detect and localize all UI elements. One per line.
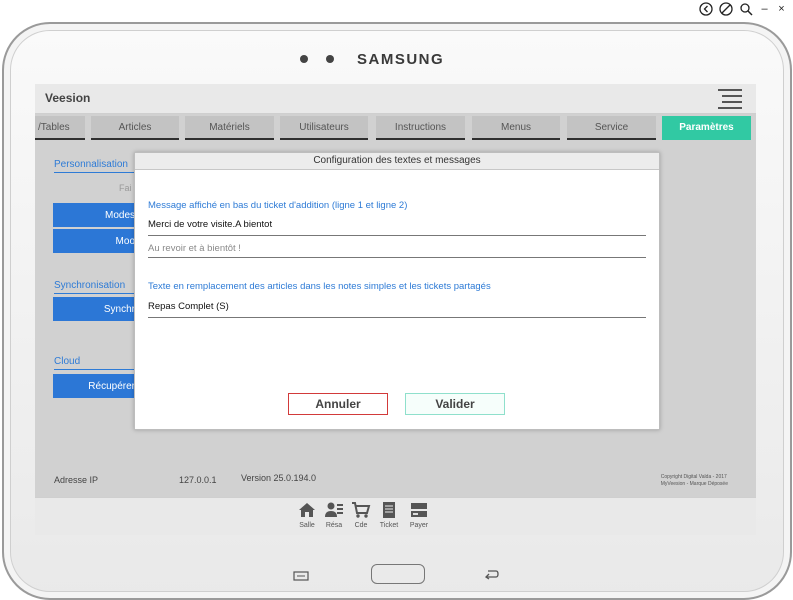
device-brand: SAMSUNG — [357, 51, 445, 68]
tab-instructions[interactable]: Instructions — [376, 116, 465, 140]
nav-payer[interactable]: Payer — [406, 500, 432, 529]
sensor-dot — [326, 55, 334, 63]
app-screen: Veesion /Tables Articles Matériels Utili… — [35, 84, 756, 535]
nav-label: Ticket — [379, 522, 399, 529]
tab-menus[interactable]: Menus — [472, 116, 560, 140]
ticket-icon — [383, 502, 395, 518]
nav-cde[interactable]: Cde — [348, 500, 374, 529]
tab-label: Matériels — [209, 121, 250, 133]
ip-value: 127.0.0.1 — [179, 475, 217, 485]
tab-label: Utilisateurs — [299, 121, 349, 133]
payment-icon — [411, 503, 427, 517]
tab-service[interactable]: Service — [567, 116, 656, 140]
app-title: Veesion — [45, 91, 91, 105]
config-dialog: Configuration des textes et messages Mes… — [134, 152, 660, 430]
tab-label: Articles — [118, 121, 152, 133]
nav-label: Salle — [299, 522, 315, 529]
copyright-text: Copyright Digital Valda - 2017 MyVeesion… — [661, 474, 728, 488]
faded-label: Fai — [119, 183, 132, 193]
back-hw-icon[interactable] — [484, 567, 500, 585]
ticket-message-line2-input[interactable] — [148, 239, 646, 258]
menu-hw-icon[interactable] — [293, 568, 309, 586]
tab-label: Menus — [500, 121, 531, 133]
window-controls: – × — [699, 0, 793, 18]
nav-label: Cde — [354, 522, 368, 529]
section-synchronisation: Synchronisation — [54, 280, 134, 294]
dialog-title: Configuration des textes et messages — [135, 153, 659, 170]
section-cloud: Cloud — [54, 356, 134, 370]
zoom-icon[interactable] — [739, 2, 753, 16]
rotate-icon[interactable] — [719, 2, 733, 16]
nav-resa[interactable]: Résa — [321, 500, 347, 529]
button-label: Moo — [115, 235, 135, 247]
validate-button[interactable]: Valider — [405, 393, 505, 415]
back-circle-icon[interactable] — [699, 2, 713, 16]
recuperer-button[interactable]: Récupérer — [53, 374, 135, 398]
nav-label: Résa — [325, 522, 343, 529]
button-label: Modes — [104, 209, 135, 221]
home-hw-button[interactable] — [371, 564, 425, 584]
tab-tables[interactable]: /Tables — [35, 116, 85, 140]
minimize-icon[interactable]: – — [759, 2, 770, 16]
tab-label: Service — [594, 121, 629, 133]
tab-materiels[interactable]: Matériels — [185, 116, 274, 140]
copyright-line: Copyright Digital Valda - 2017 — [660, 474, 727, 480]
tab-label: Instructions — [394, 121, 447, 133]
app-header: Veesion — [35, 84, 756, 114]
house-icon — [299, 503, 315, 517]
ip-label: Adresse IP — [54, 475, 99, 485]
tab-articles[interactable]: Articles — [91, 116, 179, 140]
tab-label: Paramètres — [679, 121, 734, 133]
section-personnalisation: Personnalisation — [54, 159, 134, 173]
modes-2-button[interactable]: Moo — [53, 229, 135, 253]
tab-label: /Tables — [38, 121, 70, 133]
replacement-text-label: Texte en remplacement des articles dans … — [148, 281, 491, 292]
close-icon[interactable]: × — [776, 2, 787, 16]
button-label: Synchr — [103, 303, 135, 315]
replacement-text-field[interactable]: Repas Complet (S) — [148, 299, 646, 318]
nav-label: Payer — [409, 522, 429, 529]
version-text: Version 25.0.194.0 — [241, 473, 317, 483]
camera-dot — [300, 55, 308, 63]
tab-utilisateurs[interactable]: Utilisateurs — [280, 116, 368, 140]
cart-icon — [352, 502, 371, 518]
modes-button[interactable]: Modes — [53, 203, 135, 227]
cancel-button[interactable]: Annuler — [288, 393, 388, 415]
reservation-icon — [325, 502, 343, 517]
ticket-message-line1-field[interactable]: Merci de votre visite.A bientot — [148, 217, 646, 236]
copyright-line: MyVeesion - Marque Déposée — [660, 481, 728, 487]
tab-bar: /Tables Articles Matériels Utilisateurs … — [35, 114, 756, 140]
ticket-message-label: Message affiché en bas du ticket d'addit… — [148, 200, 408, 211]
bottom-nav: Salle Résa Cde Ticket Payer — [35, 497, 756, 535]
nav-salle[interactable]: Salle — [294, 500, 320, 529]
tab-parametres[interactable]: Paramètres — [662, 116, 751, 140]
button-label: Récupérer — [88, 380, 135, 392]
nav-ticket[interactable]: Ticket — [376, 500, 402, 529]
hamburger-menu-icon[interactable] — [716, 88, 742, 109]
synchro-button[interactable]: Synchr — [53, 297, 135, 321]
